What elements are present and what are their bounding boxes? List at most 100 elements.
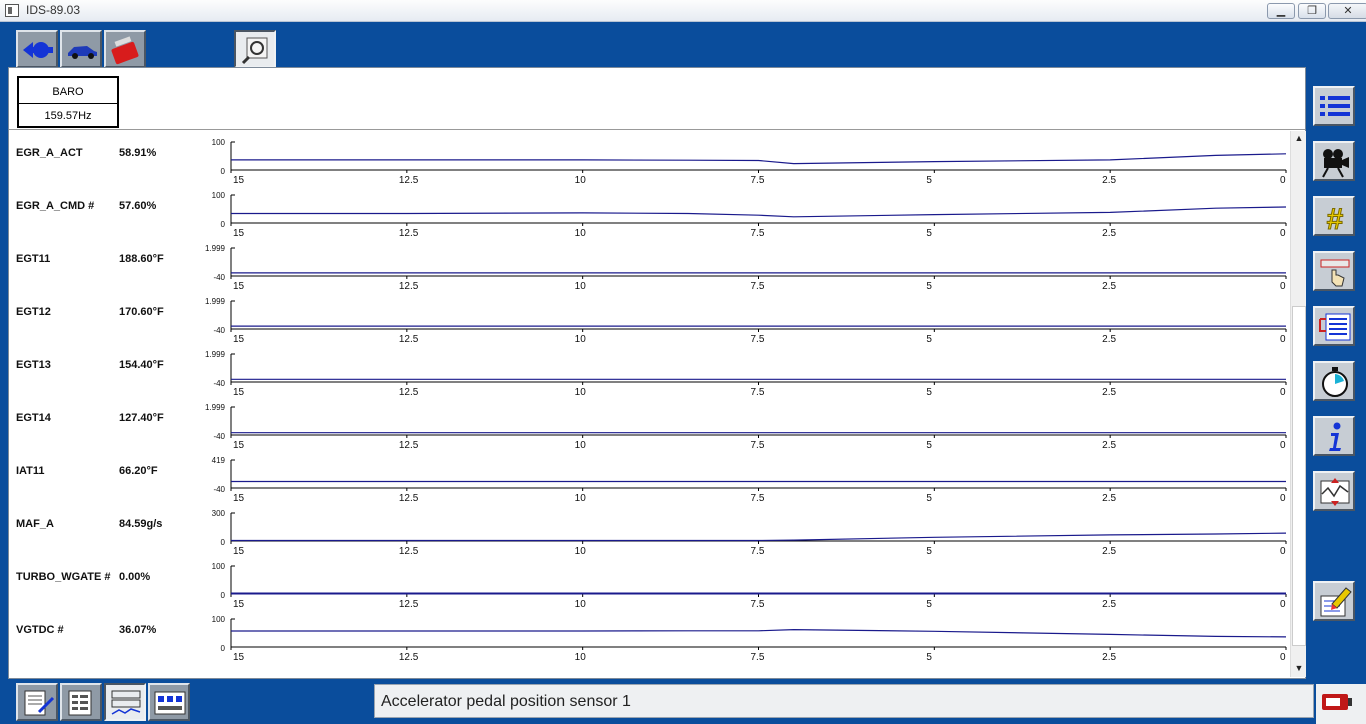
back-button[interactable] bbox=[16, 30, 58, 68]
x-tick-label: 10 bbox=[575, 175, 587, 186]
x-tick-label: 12.5 bbox=[399, 281, 419, 292]
close-button[interactable]: ✕ bbox=[1328, 3, 1366, 19]
y-max-label: 100 bbox=[212, 615, 226, 624]
pid-list-view-button[interactable] bbox=[60, 683, 102, 721]
y-min-label: -40 bbox=[213, 273, 225, 282]
x-tick-label: 15 bbox=[233, 652, 245, 663]
select-list-icon bbox=[1319, 313, 1351, 341]
scroll-down-arrow[interactable]: ▼ bbox=[1292, 661, 1306, 675]
x-tick-label: 10 bbox=[575, 440, 587, 451]
graph-view-icon bbox=[111, 690, 141, 715]
list-icon bbox=[1320, 96, 1350, 116]
x-tick-label: 7.5 bbox=[751, 493, 765, 504]
x-tick-label: 5 bbox=[926, 281, 932, 292]
graph-scale-icon bbox=[1320, 478, 1350, 506]
status-bar: Accelerator pedal position sensor 1 bbox=[374, 684, 1314, 718]
pid-list-button[interactable] bbox=[1313, 86, 1355, 126]
vci-connection-icon bbox=[1322, 694, 1352, 710]
minimize-button[interactable]: ▁ bbox=[1267, 3, 1295, 19]
clear-button[interactable] bbox=[1313, 581, 1355, 621]
scroll-thumb[interactable] bbox=[1292, 306, 1306, 646]
graph-scale-button[interactable] bbox=[1313, 471, 1355, 511]
datalogger-button[interactable] bbox=[234, 30, 276, 68]
app-icon bbox=[5, 4, 19, 17]
x-tick-label: 10 bbox=[575, 493, 587, 504]
select-list-button[interactable] bbox=[1313, 306, 1355, 346]
x-tick-label: 10 bbox=[575, 228, 587, 239]
x-tick-label: 2.5 bbox=[1102, 599, 1116, 610]
record-button[interactable] bbox=[1313, 141, 1355, 181]
y-max-label: 100 bbox=[212, 138, 226, 147]
maximize-button[interactable]: ❐ bbox=[1298, 3, 1326, 19]
y-min-label: -40 bbox=[213, 485, 225, 494]
svg-text:#: # bbox=[1327, 203, 1344, 233]
pid-graph-panel: BARO 159.57Hz EGR_A_ACT 58.91% EGR_A_CMD #… bbox=[8, 67, 1306, 679]
digital-display-button[interactable]: # bbox=[1313, 196, 1355, 236]
y-max-label: 1.999 bbox=[205, 403, 226, 412]
x-tick-label: 2.5 bbox=[1102, 228, 1116, 239]
x-tick-label: 5 bbox=[926, 175, 932, 186]
x-tick-label: 12.5 bbox=[399, 599, 419, 610]
x-tick-label: 15 bbox=[233, 387, 245, 398]
recorder-button[interactable] bbox=[148, 683, 190, 721]
report-button[interactable] bbox=[16, 683, 58, 721]
toolbox-icon bbox=[111, 36, 139, 65]
x-tick-label: 15 bbox=[233, 228, 245, 239]
x-tick-label: 0 bbox=[1280, 599, 1286, 610]
x-tick-label: 5 bbox=[926, 387, 932, 398]
x-tick-label: 0 bbox=[1280, 546, 1286, 557]
vci-status[interactable] bbox=[1316, 684, 1366, 724]
x-tick-label: 12.5 bbox=[399, 652, 419, 663]
vertical-scrollbar[interactable]: ▲ ▼ bbox=[1290, 131, 1306, 677]
x-tick-label: 12.5 bbox=[399, 334, 419, 345]
x-tick-label: 15 bbox=[233, 546, 245, 557]
camera-icon bbox=[1322, 149, 1349, 178]
x-tick-label: 12.5 bbox=[399, 546, 419, 557]
x-tick-label: 2.5 bbox=[1102, 440, 1116, 451]
status-text: Accelerator pedal position sensor 1 bbox=[381, 693, 631, 710]
x-tick-label: 0 bbox=[1280, 228, 1286, 239]
info-icon bbox=[1329, 422, 1341, 451]
x-tick-label: 5 bbox=[926, 228, 932, 239]
report-icon bbox=[24, 690, 55, 716]
y-max-label: 419 bbox=[212, 456, 226, 465]
toolbox-button[interactable] bbox=[104, 30, 146, 68]
x-tick-label: 2.5 bbox=[1102, 493, 1116, 504]
timer-button[interactable] bbox=[1313, 361, 1355, 401]
scroll-up-arrow[interactable]: ▲ bbox=[1292, 131, 1306, 145]
vehicle-button[interactable] bbox=[60, 30, 102, 68]
graph-view-button[interactable] bbox=[104, 683, 146, 721]
x-tick-label: 5 bbox=[926, 652, 932, 663]
x-tick-label: 10 bbox=[575, 334, 587, 345]
vehicle-icon bbox=[68, 46, 97, 59]
x-tick-label: 7.5 bbox=[751, 175, 765, 186]
y-max-label: 1.999 bbox=[205, 297, 226, 306]
x-tick-label: 5 bbox=[926, 334, 932, 345]
x-tick-label: 15 bbox=[233, 175, 245, 186]
y-min-label: -40 bbox=[213, 379, 225, 388]
x-tick-label: 2.5 bbox=[1102, 546, 1116, 557]
x-tick-label: 0 bbox=[1280, 440, 1286, 451]
datalogger-icon bbox=[241, 37, 268, 65]
x-tick-label: 10 bbox=[575, 652, 587, 663]
x-tick-label: 7.5 bbox=[751, 387, 765, 398]
x-tick-label: 0 bbox=[1280, 175, 1286, 186]
y-min-label: -40 bbox=[213, 432, 225, 441]
x-tick-label: 12.5 bbox=[399, 387, 419, 398]
y-min-label: 0 bbox=[221, 220, 226, 229]
x-tick-label: 5 bbox=[926, 493, 932, 504]
x-tick-label: 15 bbox=[233, 599, 245, 610]
x-tick-label: 12.5 bbox=[399, 175, 419, 186]
y-min-label: 0 bbox=[221, 167, 226, 176]
trigger-button[interactable] bbox=[1313, 251, 1355, 291]
info-button[interactable] bbox=[1313, 416, 1355, 456]
x-tick-label: 5 bbox=[926, 599, 932, 610]
hash-icon: # bbox=[1326, 203, 1344, 234]
x-tick-label: 5 bbox=[926, 440, 932, 451]
y-max-label: 100 bbox=[212, 562, 226, 571]
x-tick-label: 5 bbox=[926, 546, 932, 557]
x-tick-label: 15 bbox=[233, 493, 245, 504]
x-tick-label: 12.5 bbox=[399, 228, 419, 239]
back-arrow-icon bbox=[23, 42, 53, 58]
x-tick-label: 12.5 bbox=[399, 440, 419, 451]
